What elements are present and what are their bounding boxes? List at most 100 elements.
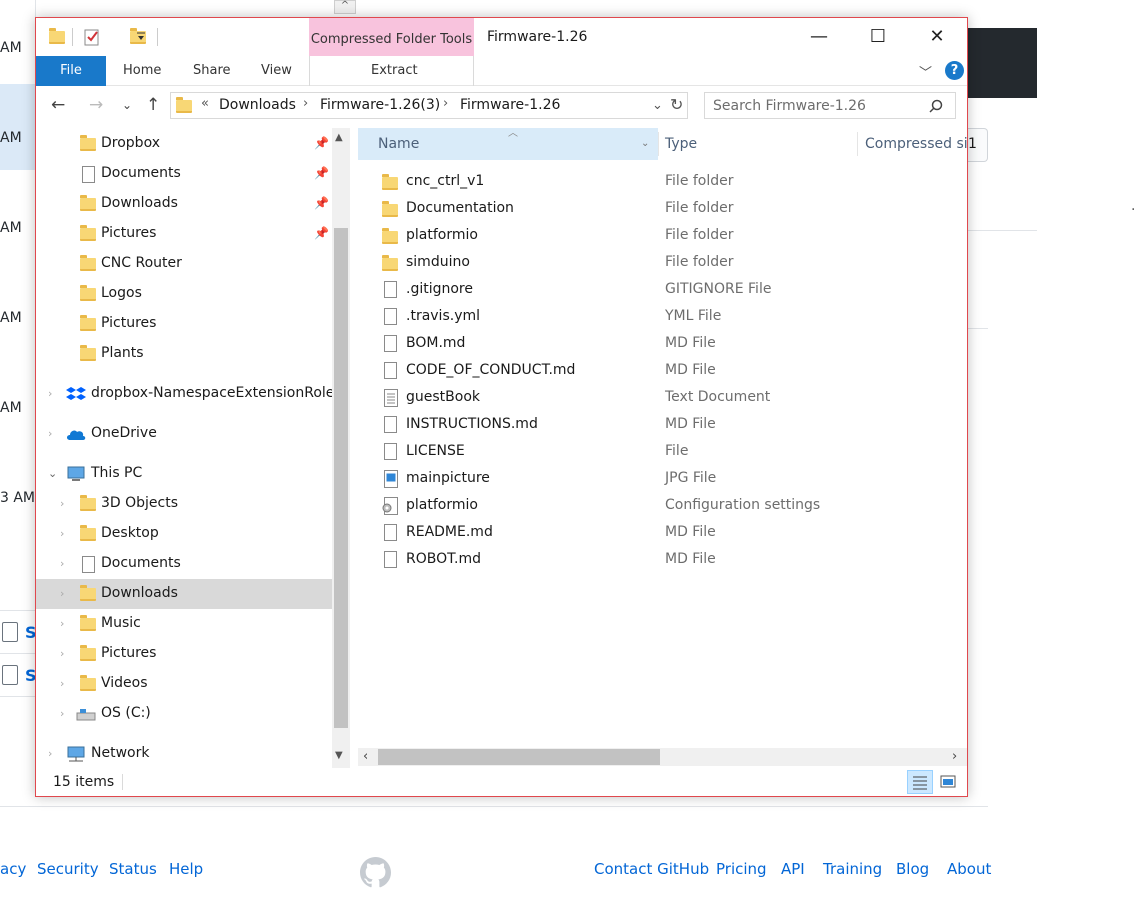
breadcrumb-downloads[interactable]: Downloads: [219, 97, 296, 113]
breadcrumb-firmware-1-26-3[interactable]: Firmware-1.26(3): [320, 97, 440, 113]
pin-icon[interactable]: 📌: [314, 226, 329, 240]
pin-icon[interactable]: 📌: [314, 166, 329, 180]
footer-link-privacy[interactable]: acy: [0, 860, 26, 878]
nav-item-this-pc[interactable]: ⌄ This PC: [36, 459, 332, 489]
tab-share[interactable]: Share: [193, 56, 231, 86]
scroll-left-arrow-icon[interactable]: ‹: [363, 749, 368, 764]
column-separator[interactable]: [658, 132, 659, 156]
collapse-chevron-icon[interactable]: ⌄: [48, 467, 57, 480]
file-row[interactable]: ROBOT.md MD File: [358, 547, 958, 574]
footer-link-blog[interactable]: Blog: [896, 860, 929, 878]
address-dropdown-chevron-icon[interactable]: ⌄: [652, 98, 663, 113]
footer-link-contact[interactable]: Contact GitHub: [594, 860, 709, 878]
pin-icon[interactable]: 📌: [314, 196, 329, 210]
expand-chevron-icon[interactable]: ›: [60, 707, 64, 720]
file-row[interactable]: CODE_OF_CONDUCT.md MD File: [358, 358, 958, 385]
file-row[interactable]: mainpicture JPG File: [358, 466, 958, 493]
nav-item-pictures-quick[interactable]: Pictures 📌: [36, 219, 332, 249]
refresh-icon[interactable]: ↻: [670, 95, 683, 114]
file-row[interactable]: cnc_ctrl_v1 File folder: [358, 169, 958, 196]
navigation-pane-scrollbar[interactable]: ▲ ▼: [332, 128, 350, 768]
expand-chevron-icon[interactable]: ›: [60, 617, 64, 630]
nav-item-downloads[interactable]: › Downloads: [36, 579, 332, 609]
properties-icon[interactable]: [84, 28, 100, 46]
search-input[interactable]: Search Firmware-1.26: [713, 98, 866, 114]
tab-extract[interactable]: Extract: [371, 56, 418, 86]
file-row[interactable]: README.md MD File: [358, 520, 958, 547]
expand-ribbon-chevron-icon[interactable]: ﹀: [919, 62, 932, 81]
expand-chevron-icon[interactable]: ›: [48, 387, 52, 400]
breadcrumb-chevron-icon[interactable]: ›: [303, 96, 308, 111]
footer-link-help[interactable]: Help: [169, 860, 203, 878]
file-row[interactable]: platformio Configuration settings: [358, 493, 958, 520]
tab-home[interactable]: Home: [123, 56, 161, 86]
scroll-right-arrow-icon[interactable]: ›: [952, 749, 957, 764]
breadcrumb-firmware-1-26[interactable]: Firmware-1.26: [460, 97, 560, 113]
expand-chevron-icon[interactable]: ›: [48, 427, 52, 440]
nav-item-downloads-quick[interactable]: Downloads 📌: [36, 189, 332, 219]
footer-link-pricing[interactable]: Pricing: [716, 860, 767, 878]
pin-icon[interactable]: 📌: [314, 136, 329, 150]
nav-item-logos[interactable]: Logos: [36, 279, 332, 309]
footer-link-about[interactable]: About: [947, 860, 991, 878]
file-row[interactable]: BOM.md MD File: [358, 331, 958, 358]
file-row[interactable]: simduino File folder: [358, 250, 958, 277]
column-header-type[interactable]: Type: [665, 128, 697, 160]
file-row[interactable]: Documentation File folder: [358, 196, 958, 223]
nav-item-documents-quick[interactable]: Documents 📌: [36, 159, 332, 189]
nav-item-cnc-router[interactable]: CNC Router: [36, 249, 332, 279]
customize-toolbar-icon[interactable]: [136, 32, 146, 42]
column-dropdown-chevron-icon[interactable]: ⌄: [641, 128, 649, 160]
large-icons-view-button[interactable]: [935, 770, 961, 794]
nav-item-videos[interactable]: › Videos: [36, 669, 332, 699]
back-arrow-icon[interactable]: ←: [51, 95, 65, 115]
tab-file[interactable]: File: [36, 56, 106, 86]
recent-locations-chevron-icon[interactable]: ⌄: [122, 98, 132, 112]
scroll-up-arrow-icon[interactable]: ▲: [335, 132, 343, 143]
nav-item-dropbox[interactable]: Dropbox 📌: [36, 129, 332, 159]
nav-item-network[interactable]: › Network: [36, 739, 332, 768]
expand-chevron-icon[interactable]: ›: [60, 647, 64, 660]
expand-chevron-icon[interactable]: ›: [60, 677, 64, 690]
footer-link-status[interactable]: Status: [109, 860, 157, 878]
up-arrow-icon[interactable]: ↑: [146, 95, 160, 115]
forward-arrow-icon[interactable]: →: [89, 95, 103, 115]
expand-chevron-icon[interactable]: ›: [60, 527, 64, 540]
expand-chevron-icon[interactable]: ›: [60, 587, 64, 600]
nav-item-music[interactable]: › Music: [36, 609, 332, 639]
nav-item-desktop[interactable]: › Desktop: [36, 519, 332, 549]
nav-item-dropbox-namespace[interactable]: › dropbox-NamespaceExtensionRole.l: [36, 379, 332, 409]
tab-view[interactable]: View: [261, 56, 292, 86]
details-view-button[interactable]: [907, 770, 933, 794]
breadcrumb-chevron-icon[interactable]: ›: [443, 96, 448, 111]
github-logo-icon[interactable]: [360, 857, 391, 888]
search-box[interactable]: Search Firmware-1.26: [704, 92, 956, 119]
file-row[interactable]: platformio File folder: [358, 223, 958, 250]
file-row[interactable]: .gitignore GITIGNORE File: [358, 277, 958, 304]
minimize-button[interactable]: —: [790, 18, 848, 56]
nav-item-3d-objects[interactable]: › 3D Objects: [36, 489, 332, 519]
footer-link-security[interactable]: Security: [37, 860, 99, 878]
background-partial-button[interactable]: 1: [966, 128, 988, 162]
scrollbar-thumb[interactable]: [378, 749, 660, 765]
background-scroll-up-arrow[interactable]: ^: [334, 0, 356, 14]
file-row[interactable]: INSTRUCTIONS.md MD File: [358, 412, 958, 439]
expand-chevron-icon[interactable]: ›: [60, 497, 64, 510]
expand-chevron-icon[interactable]: ›: [48, 747, 52, 760]
address-bar[interactable]: « Downloads › Firmware-1.26(3) › Firmwar…: [170, 92, 688, 119]
file-row[interactable]: guestBook Text Document: [358, 385, 958, 412]
file-row[interactable]: .travis.yml YML File: [358, 304, 958, 331]
search-icon[interactable]: [929, 99, 943, 113]
file-list-horizontal-scrollbar[interactable]: ‹ ›: [358, 748, 967, 766]
scroll-down-arrow-icon[interactable]: ▼: [335, 750, 343, 761]
maximize-button[interactable]: ☐: [849, 18, 907, 56]
compressed-folder-tools-tab[interactable]: Compressed Folder Tools: [309, 18, 474, 56]
footer-link-training[interactable]: Training: [823, 860, 882, 878]
close-button[interactable]: ✕: [908, 18, 966, 56]
scrollbar-thumb[interactable]: [334, 228, 348, 728]
column-separator[interactable]: [857, 132, 858, 156]
help-button[interactable]: ?: [945, 61, 964, 80]
footer-link-api[interactable]: API: [781, 860, 805, 878]
column-header-compressed-size[interactable]: Compressed siz: [865, 128, 967, 160]
expand-chevron-icon[interactable]: ›: [60, 557, 64, 570]
